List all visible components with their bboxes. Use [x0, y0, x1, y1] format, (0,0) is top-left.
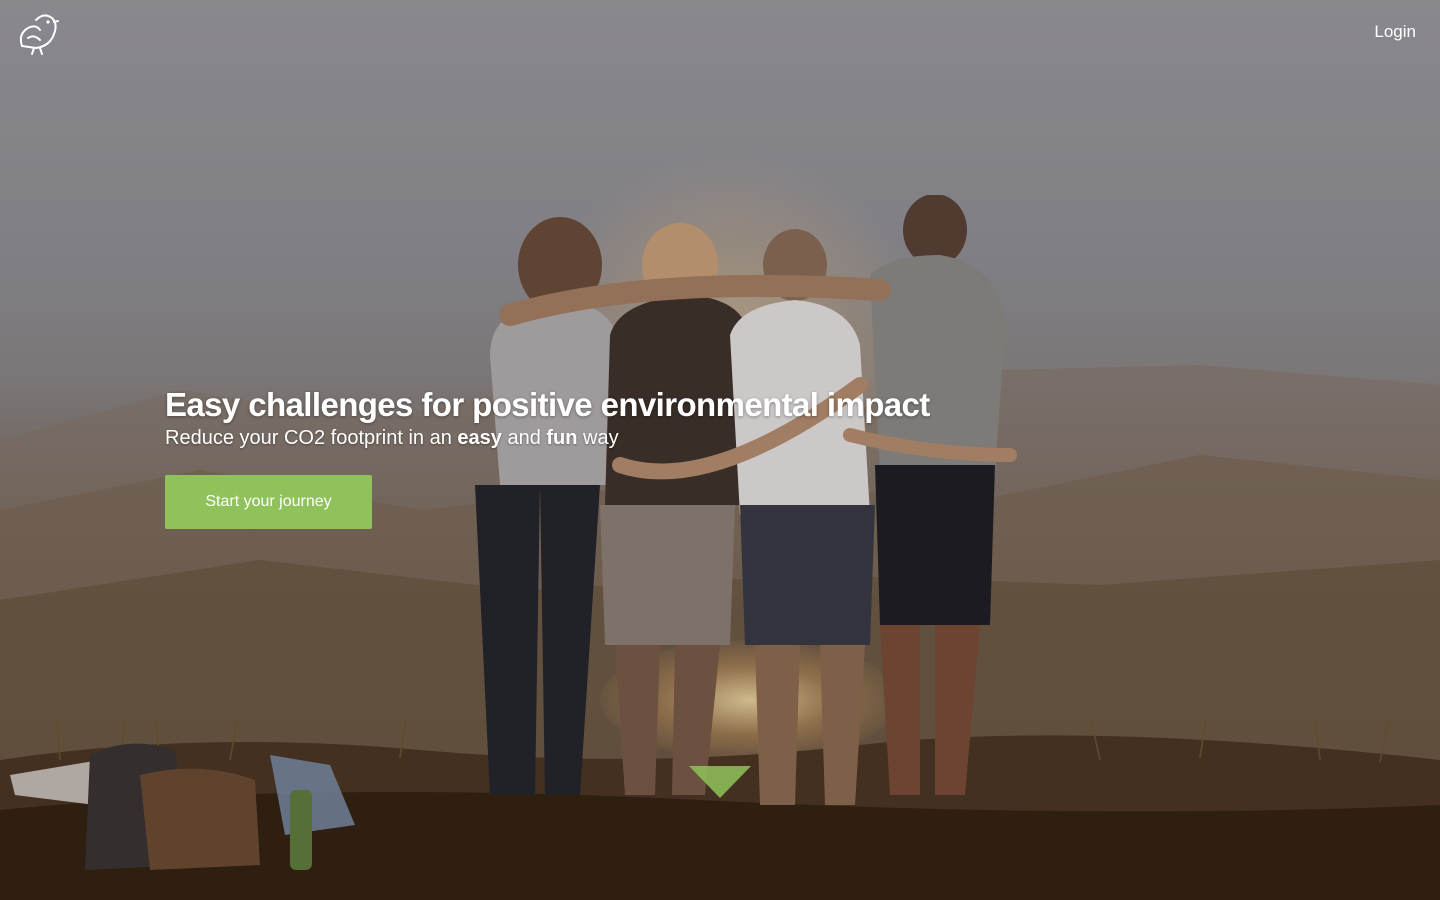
subline-text: and	[501, 427, 547, 449]
hero-headline: Easy challenges for positive environment…	[165, 386, 930, 423]
subline-emphasis-fun: fun	[546, 427, 578, 449]
subline-text: Reduce your CO2 footprint in an	[165, 427, 458, 449]
bird-logo-icon[interactable]	[14, 10, 60, 56]
subline-emphasis-easy: easy	[457, 427, 502, 449]
dark-overlay	[0, 0, 1440, 900]
chevron-down-triangle-icon[interactable]	[689, 766, 751, 798]
hero-subline: Reduce your CO2 footprint in an easy and…	[165, 427, 619, 450]
subline-text: way	[577, 427, 619, 449]
login-link[interactable]: Login	[1374, 22, 1416, 42]
start-journey-button[interactable]: Start your journey	[165, 475, 372, 529]
hero-section: Login Easy challenges for positive envir…	[0, 0, 1440, 900]
